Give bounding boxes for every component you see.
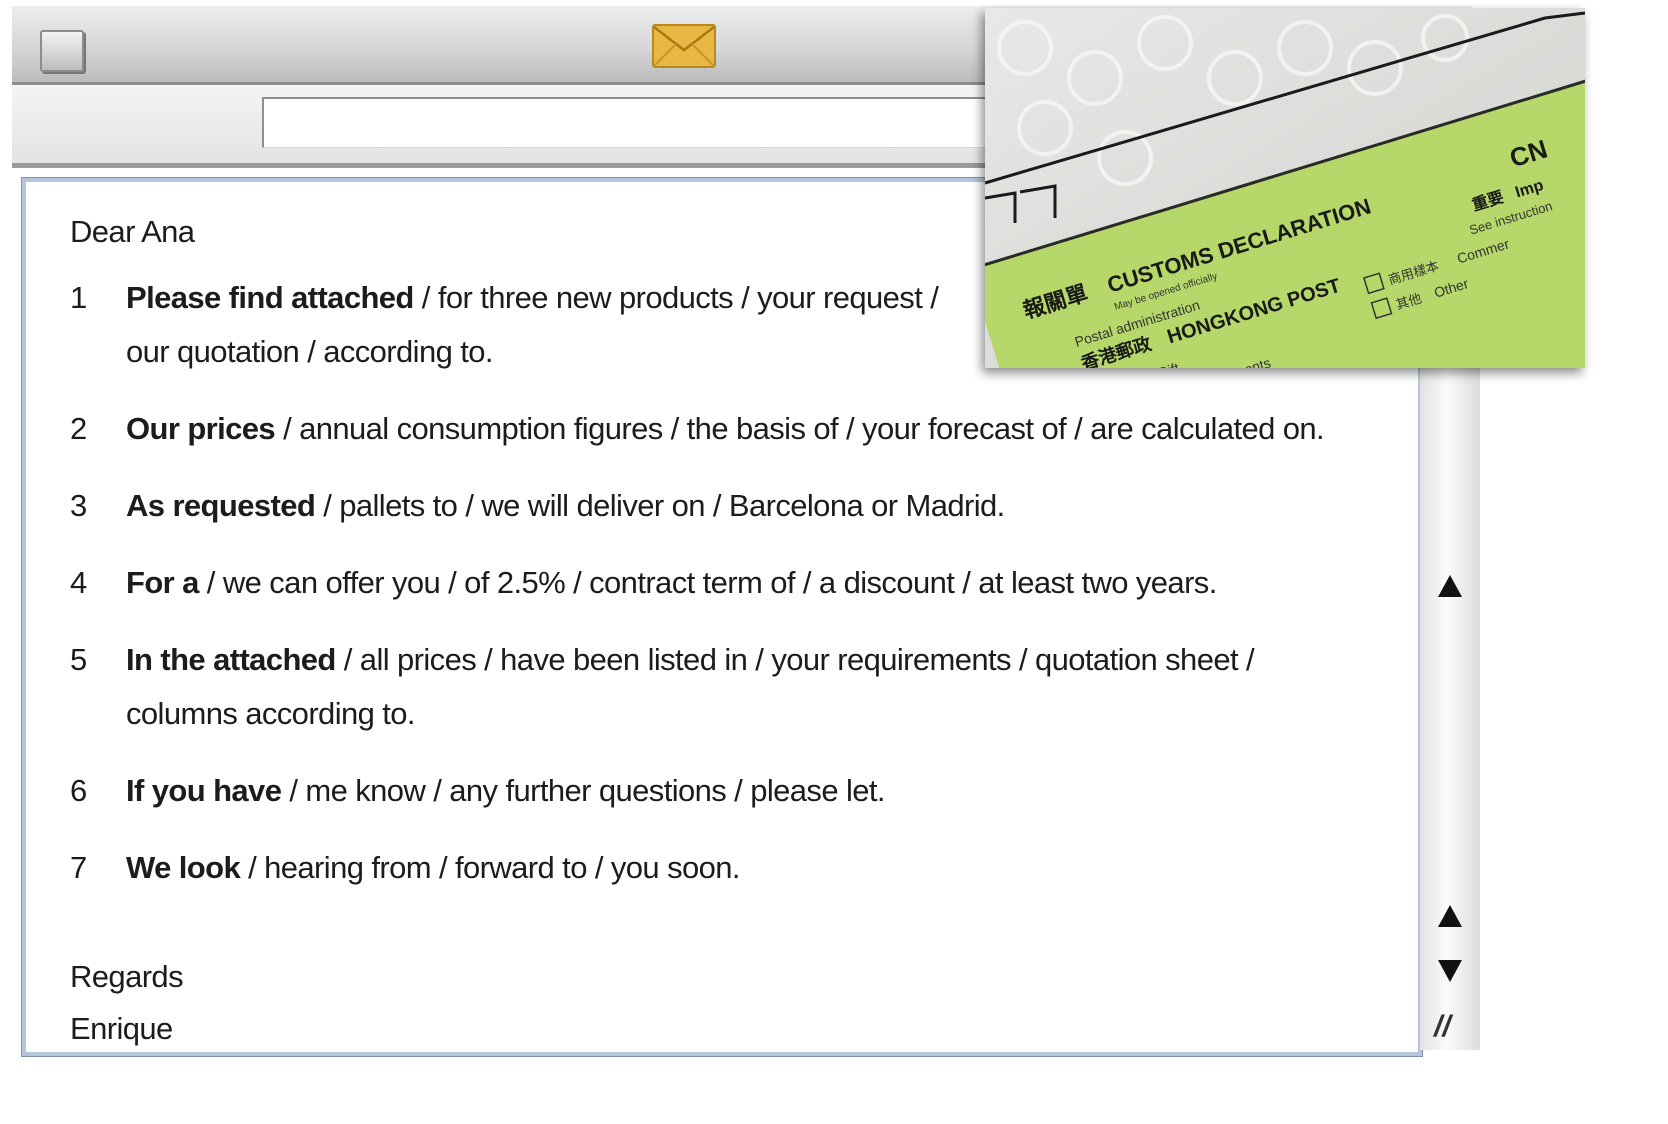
item-rest: / for three new products / your request … [413, 280, 939, 315]
signature: Enrique [70, 1011, 173, 1046]
item-rest: / we can offer you / of 2.5% / contract … [198, 565, 1218, 600]
item-rest: / me know / any further questions / plea… [281, 773, 885, 808]
item-rest-continued: our quotation / according to. [126, 334, 494, 369]
item-number: 2 [70, 411, 87, 446]
envelope-icon [652, 24, 716, 68]
item-text: Our prices / annual consumption figures … [126, 402, 1400, 456]
item-rest: / all prices / have been listed in / you… [335, 642, 1255, 677]
resize-grip-icon[interactable]: // [1434, 1010, 1451, 1044]
item-number: 1 [70, 280, 87, 315]
item-number: 4 [70, 565, 87, 600]
item-lead: For a [126, 565, 199, 600]
item-text: If you have / me know / any further ques… [126, 764, 1400, 818]
item-number: 6 [70, 773, 87, 808]
item-number: 7 [70, 850, 87, 885]
photo-illustration: 報關單 CUSTOMS DECLARATION May be opened of… [985, 8, 1585, 368]
item-rest: / pallets to / we will deliver on / Barc… [315, 488, 1005, 523]
item-rest: / hearing from / forward to / you soon. [240, 850, 740, 885]
list-item: 5 In the attached / all prices / have be… [70, 638, 1400, 741]
item-lead: Please find attached [126, 280, 414, 315]
scrollbar[interactable]: // [1420, 340, 1480, 1050]
email-window: Dear Ana 1 Please find attached / for th… [0, 0, 1668, 1124]
closing: Regards [70, 959, 184, 994]
scroll-down-arrow-icon[interactable] [1438, 960, 1462, 982]
list-item: 6 If you have / me know / any further qu… [70, 769, 1400, 818]
item-rest-continued: columns according to. [126, 696, 416, 731]
scroll-up-arrow-icon[interactable] [1438, 905, 1462, 927]
item-number: 3 [70, 488, 87, 523]
list-item: 3 As requested / pallets to / we will de… [70, 484, 1400, 533]
scroll-up-arrow-top-icon[interactable] [1438, 575, 1462, 597]
item-text: In the attached / all prices / have been… [126, 633, 1400, 741]
item-number: 5 [70, 642, 87, 677]
customs-declaration-photo: 報關單 CUSTOMS DECLARATION May be opened of… [985, 8, 1585, 368]
item-text: For a / we can offer you / of 2.5% / con… [126, 556, 1400, 610]
list-item: 2 Our prices / annual consumption figure… [70, 407, 1400, 456]
list-item: 4 For a / we can offer you / of 2.5% / c… [70, 561, 1400, 610]
item-text: We look / hearing from / forward to / yo… [126, 841, 1400, 895]
item-rest: / annual consumption figures / the basis… [275, 411, 1325, 446]
list-item: 7 We look / hearing from / forward to / … [70, 846, 1400, 895]
close-button[interactable] [40, 30, 84, 72]
item-lead: In the attached [126, 642, 336, 677]
item-text: As requested / pallets to / we will deli… [126, 479, 1400, 533]
item-lead: As requested [126, 488, 316, 523]
item-lead: Our prices [126, 411, 276, 446]
item-lead: We look [126, 850, 241, 885]
item-lead: If you have [126, 773, 282, 808]
